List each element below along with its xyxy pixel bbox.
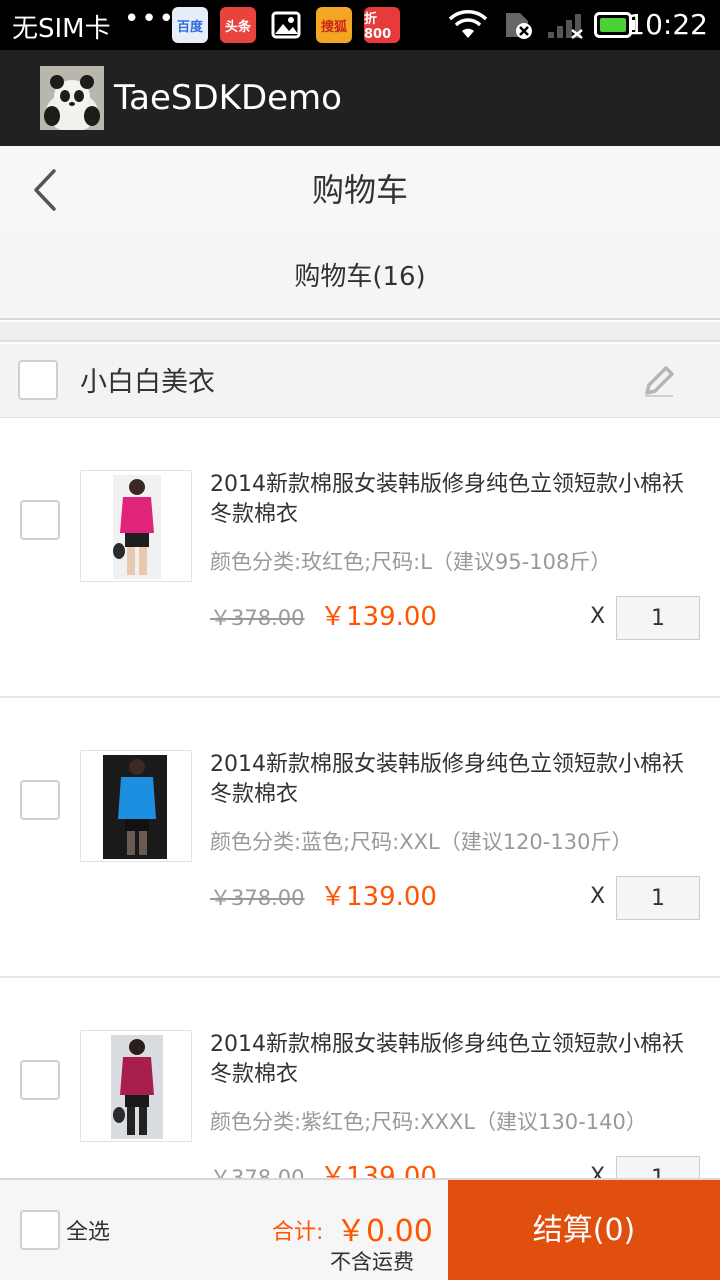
shop-name: 小白白美衣 [80, 367, 215, 398]
total-label: 合计: [272, 1220, 324, 1245]
checkout-bar: 全选 合计: ￥0.00 不含运费 结算(0) [0, 1178, 720, 1280]
carrier-label: 无SIM卡 [12, 14, 111, 44]
item-sku: 颜色分类:蓝色;尺码:XXL（建议120-130斤） [210, 830, 633, 854]
quantity-field[interactable]: 1 [616, 596, 700, 640]
item-checkbox[interactable] [20, 780, 60, 820]
item-price: ￥139.00 [320, 882, 437, 912]
toutiao-app-label: 头条 [224, 19, 251, 35]
select-all-checkbox[interactable] [20, 1210, 60, 1250]
product-thumbnail[interactable] [80, 750, 192, 862]
item-checkbox[interactable] [20, 1060, 60, 1100]
item-original-price: ￥378.00 [210, 606, 305, 630]
back-button[interactable] [20, 160, 70, 220]
item-title[interactable]: 2014新款棉服女装韩版修身纯色立领短款小棉袄 冬款棉衣 [210, 1030, 700, 1090]
signal-icon [546, 0, 586, 50]
quantity-multiplier: X [590, 884, 606, 909]
cart-item: 2014新款棉服女装韩版修身纯色立领短款小棉袄 冬款棉衣 颜色分类:蓝色;尺码:… [0, 698, 720, 978]
total-amount: ￥0.00 [336, 1214, 433, 1249]
sohu-app-icon: 搜狐 [316, 7, 352, 43]
cart-item: 2014新款棉服女装韩版修身纯色立领短款小棉袄 冬款棉衣 颜色分类:玫红色;尺码… [0, 418, 720, 698]
pencil-icon [645, 366, 674, 397]
item-checkbox[interactable] [20, 500, 60, 540]
product-thumbnail[interactable] [80, 1030, 192, 1142]
gallery-app-icon [268, 7, 304, 43]
action-bar: TaeSDKDemo [0, 50, 720, 146]
notification-dots: ••• [124, 4, 177, 34]
quantity-field[interactable]: 1 [616, 876, 700, 920]
checkout-button[interactable]: 结算(0) [448, 1180, 720, 1280]
shop-checkbox[interactable] [18, 360, 58, 400]
item-sku: 颜色分类:玫红色;尺码:L（建议95-108斤） [210, 550, 612, 574]
tab-cart-label: 购物车(16) [294, 262, 426, 292]
zhe800-app-icon: 折800 [364, 7, 400, 43]
status-bar: 无SIM卡 ••• 百度 头条 搜狐 折800 10:22 [0, 0, 720, 50]
item-title[interactable]: 2014新款棉服女装韩版修身纯色立领短款小棉袄 冬款棉衣 [210, 470, 700, 530]
baidu-app-icon: 百度 [172, 7, 208, 43]
app-title: TaeSDKDemo [114, 78, 342, 118]
back-arrow-icon [34, 169, 56, 211]
nav-header: 购物车 [0, 146, 720, 234]
quantity-multiplier: X [590, 604, 606, 629]
clock: 10:22 [627, 8, 708, 41]
edit-button[interactable] [636, 358, 682, 404]
toutiao-app-icon: 头条 [220, 7, 256, 43]
shop-header: 小白白美衣 [0, 344, 720, 418]
select-all-label[interactable]: 全选 [66, 1214, 110, 1246]
product-thumbnail[interactable] [80, 470, 192, 582]
sohu-app-label: 搜狐 [320, 19, 347, 35]
shipping-note: 不含运费 [330, 1250, 414, 1274]
no-sim-icon [500, 0, 536, 50]
item-price: ￥139.00 [320, 602, 437, 632]
page-title: 购物车 [311, 171, 408, 209]
cart-tab[interactable]: 购物车(16) [0, 234, 720, 320]
divider [0, 322, 720, 342]
wifi-icon [448, 0, 488, 50]
item-original-price: ￥378.00 [210, 886, 305, 910]
zhe800-app-label: 折800 [364, 12, 392, 42]
item-title[interactable]: 2014新款棉服女装韩版修身纯色立领短款小棉袄 冬款棉衣 [210, 750, 700, 810]
baidu-app-label: 百度 [176, 19, 203, 35]
item-sku: 颜色分类:紫红色;尺码:XXXL（建议130-140） [210, 1110, 647, 1134]
panda-app-icon [40, 66, 104, 130]
